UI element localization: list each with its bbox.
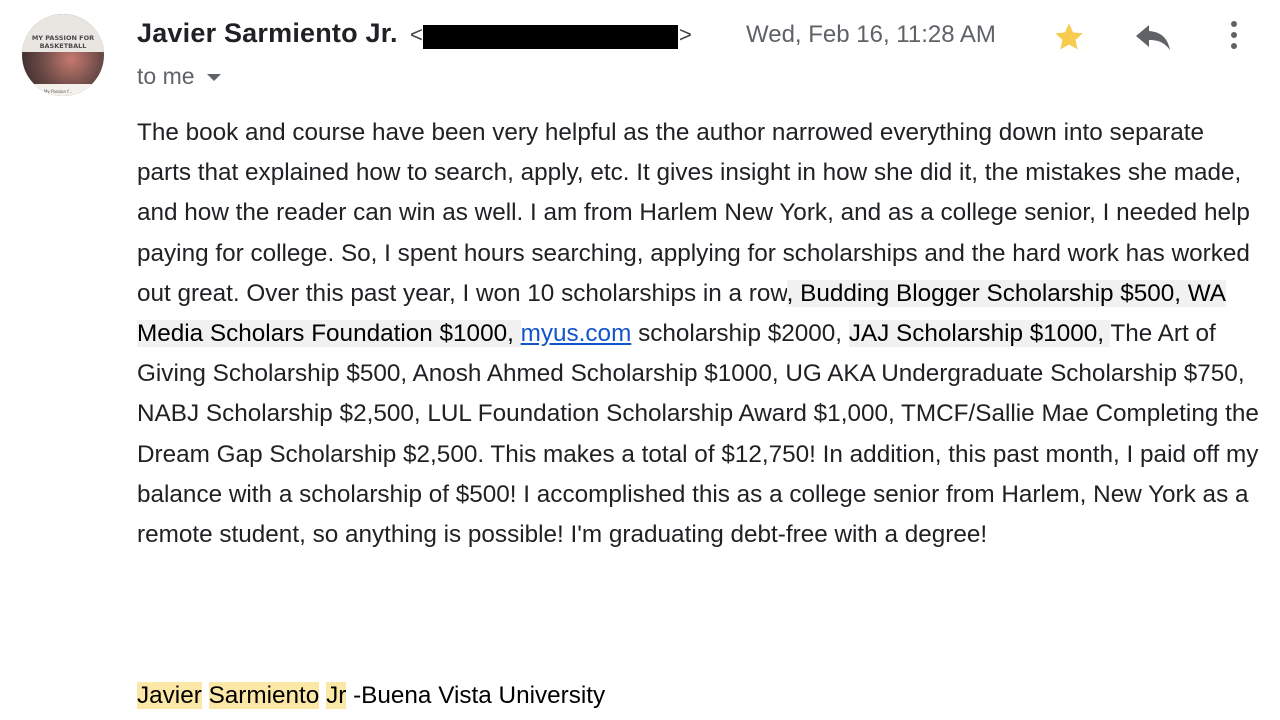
signature-suffix-jr: Jr xyxy=(326,682,347,709)
avatar-logo-text: MY PASSION FOR BASKETBALL xyxy=(22,34,104,50)
body-scholarship-text: scholarship $2000, xyxy=(631,320,849,348)
body-paragraph-rest: The Art of Giving Scholarship $500, Anos… xyxy=(137,320,1259,549)
email-open-bracket: < xyxy=(410,22,423,47)
reply-icon[interactable] xyxy=(1133,21,1173,53)
avatar-text-line2: BASKETBALL xyxy=(39,42,87,50)
signature-first-name: Javier xyxy=(137,682,202,709)
redacted-email-address xyxy=(423,25,678,49)
sender-name[interactable]: Javier Sarmiento Jr. xyxy=(137,18,398,49)
message-body: The book and course have been very helpf… xyxy=(137,113,1262,555)
star-icon[interactable] xyxy=(1052,20,1086,54)
signature-middle-name: Sarmiento xyxy=(208,682,320,709)
email-message: MY PASSION FOR BASKETBALL My Passion f..… xyxy=(0,0,1280,720)
sender-avatar[interactable]: MY PASSION FOR BASKETBALL My Passion f..… xyxy=(22,14,104,96)
myus-link[interactable]: myus.com xyxy=(521,320,632,347)
more-vert-icon[interactable] xyxy=(1222,18,1246,54)
recipient-label: to me xyxy=(137,63,195,89)
recipient-details[interactable]: to me xyxy=(137,63,221,90)
message-date: Wed, Feb 16, 11:28 AM xyxy=(746,21,996,48)
chevron-down-icon[interactable] xyxy=(206,74,221,81)
signature-university: -Buena Vista University xyxy=(346,682,606,709)
email-close-bracket: > xyxy=(679,22,692,47)
body-jaj-highlight: JAJ Scholarship $1000, xyxy=(848,320,1111,348)
signature: Javier Sarmiento Jr -Buena Vista Univers… xyxy=(137,676,605,716)
avatar-text-line1: MY PASSION FOR xyxy=(31,34,95,42)
avatar-caption: My Passion f... xyxy=(44,89,73,94)
avatar-strip: My Passion f... xyxy=(22,84,104,96)
body-paragraph-intro: The book and course have been very helpf… xyxy=(137,119,1250,307)
